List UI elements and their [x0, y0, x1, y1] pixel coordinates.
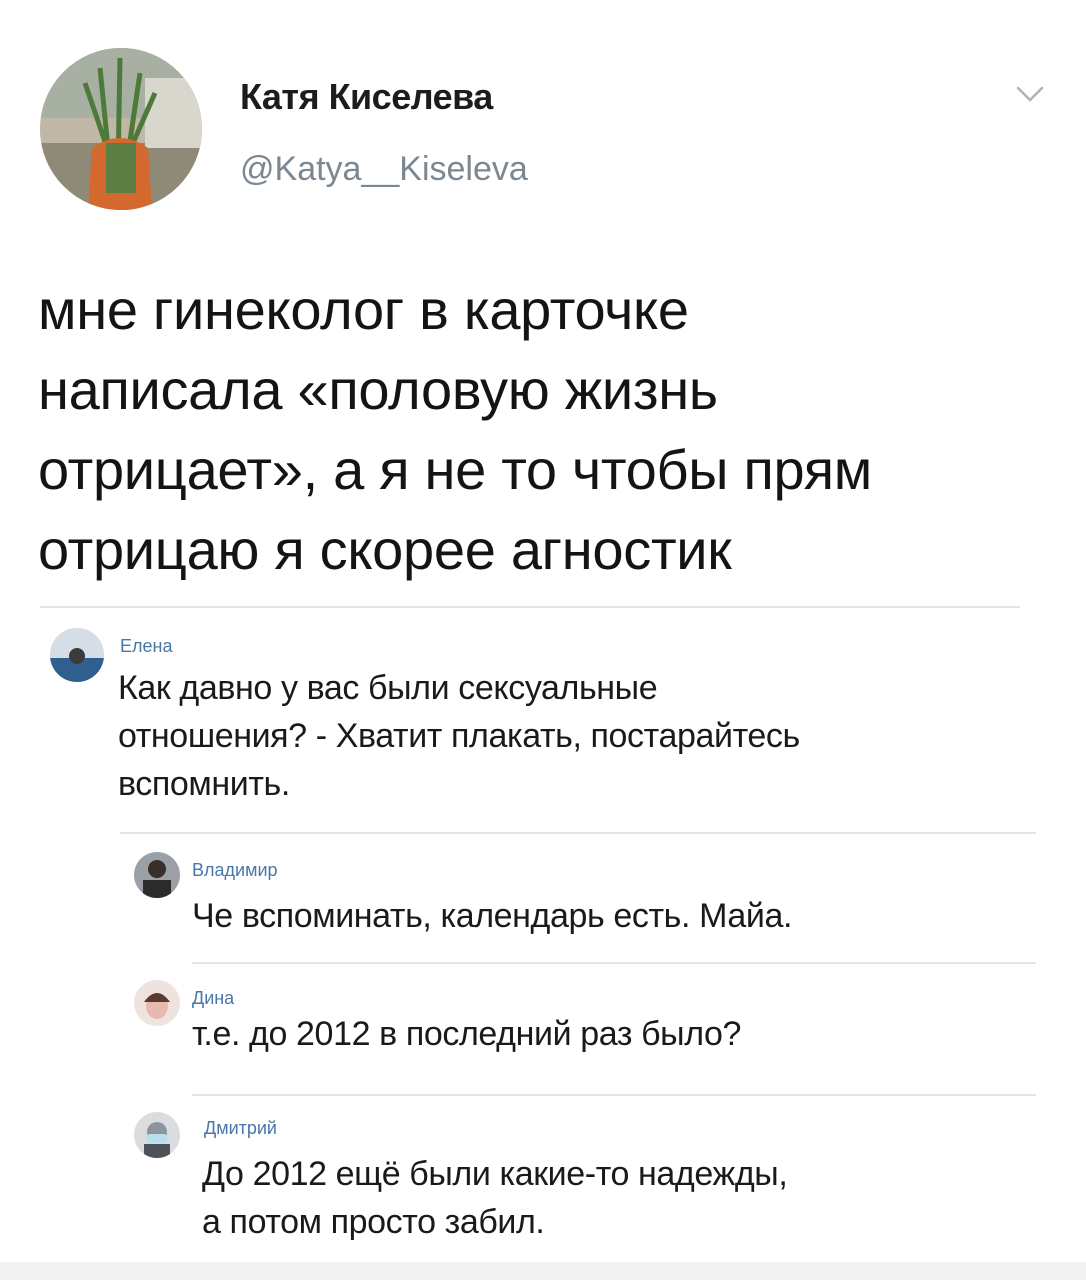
commenter-avatar[interactable]	[134, 852, 180, 898]
comment-text-line: Как давно у вас были сексуальные	[118, 669, 658, 707]
commenter-avatar[interactable]	[50, 628, 104, 682]
tweet-text-line: отрицает», а я не то чтобы прям	[38, 438, 872, 501]
commenter-name[interactable]: Владимир	[192, 860, 278, 881]
comment-text-line: Че вспоминать, календарь есть. Майа.	[192, 897, 793, 935]
author-avatar[interactable]	[40, 48, 202, 210]
tweet-text: мне гинеколог в карточке написала «полов…	[38, 270, 1048, 590]
tweet-text-line: написала «половую жизнь	[38, 358, 718, 421]
comment-text-line: вспомнить.	[118, 765, 290, 803]
chevron-down-icon[interactable]	[1010, 82, 1050, 106]
bottom-background	[0, 1262, 1086, 1280]
commenter-name[interactable]: Дмитрий	[204, 1118, 277, 1139]
author-handle[interactable]: @Katya__Kiseleva	[240, 150, 528, 189]
tweet-text-line: отрицаю я скорее агностик	[38, 518, 732, 581]
comment-text: т.е. до 2012 в последний раз было?	[192, 1010, 741, 1058]
divider	[120, 832, 1036, 834]
commenter-name[interactable]: Дина	[192, 988, 234, 1009]
avatar-photo	[40, 48, 202, 210]
comment-text: До 2012 ещё были какие-то надежды, а пот…	[202, 1150, 788, 1246]
comment-text-line: т.е. до 2012 в последний раз было?	[192, 1015, 742, 1053]
commenter-avatar[interactable]	[134, 980, 180, 1026]
divider	[192, 962, 1036, 964]
divider	[40, 606, 1020, 608]
commenter-name[interactable]: Елена	[120, 636, 172, 657]
author-name[interactable]: Катя Киселева	[240, 76, 493, 118]
comment-text: Че вспоминать, календарь есть. Майа.	[192, 892, 792, 940]
divider	[192, 1094, 1036, 1096]
comment-text-line: До 2012 ещё были какие-то надежды,	[202, 1155, 788, 1193]
comment-text-line: отношения? - Хватит плакать, постарайтес…	[118, 717, 800, 755]
comment-text-line: а потом просто забил.	[202, 1203, 545, 1241]
tweet-text-line: мне гинеколог в карточке	[38, 278, 689, 341]
comment-text: Как давно у вас были сексуальные отношен…	[118, 664, 800, 808]
commenter-avatar[interactable]	[134, 1112, 180, 1158]
